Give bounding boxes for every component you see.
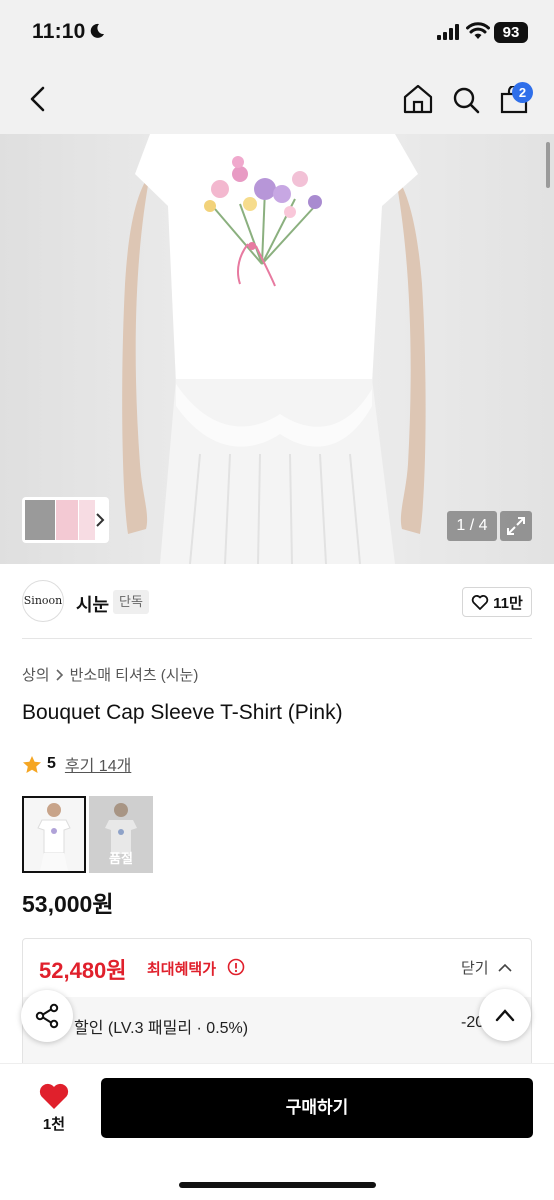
battery-indicator: 93 bbox=[494, 22, 528, 43]
heart-icon[interactable] bbox=[38, 1082, 70, 1110]
share-icon bbox=[35, 1003, 59, 1029]
brand-like-button[interactable]: 11만 bbox=[462, 587, 532, 617]
chevron-up-icon bbox=[495, 1009, 515, 1022]
color-option-soldout[interactable]: 품절 bbox=[89, 796, 153, 873]
star-icon bbox=[23, 755, 41, 773]
color-option-pink[interactable] bbox=[22, 796, 86, 873]
info-icon[interactable] bbox=[227, 958, 245, 976]
benefit-price: 52,480원 bbox=[39, 958, 127, 983]
expand-button[interactable] bbox=[500, 511, 532, 541]
chevron-right-icon bbox=[96, 513, 105, 527]
discount-label: 할인 (LV.3 패밀리 · 0.5%) bbox=[74, 1020, 249, 1037]
soldout-label: 품절 bbox=[109, 851, 133, 866]
image-counter: 1 / 4 bbox=[447, 511, 497, 541]
signal-icon bbox=[437, 24, 459, 40]
expand-icon bbox=[507, 517, 525, 535]
benefit-close-label: 닫기 bbox=[461, 960, 489, 977]
brand-like-count: 11만 bbox=[493, 594, 523, 612]
back-arrow-icon[interactable] bbox=[28, 86, 48, 112]
image-thumbnail-strip[interactable] bbox=[22, 497, 109, 543]
product-like-count: 1천 bbox=[42, 1116, 66, 1133]
brand-name[interactable]: 시눈 bbox=[76, 591, 109, 617]
moon-icon bbox=[90, 23, 104, 38]
home-icon[interactable] bbox=[402, 84, 434, 114]
share-button[interactable] bbox=[21, 990, 73, 1042]
review-link[interactable]: 후기 14개 bbox=[65, 752, 131, 776]
chevron-right-icon bbox=[56, 668, 63, 681]
home-indicator bbox=[179, 1182, 376, 1188]
divider bbox=[22, 638, 532, 639]
breadcrumb: 상의 반소매 티셔츠 (시눈) bbox=[22, 664, 198, 685]
rating-row: 5 후기 14개 bbox=[22, 752, 131, 776]
breadcrumb-category[interactable]: 상의 bbox=[22, 664, 50, 685]
scroll-to-top-button[interactable] bbox=[479, 989, 531, 1041]
option-thumbnail bbox=[37, 803, 71, 871]
breadcrumb-subcategory[interactable]: 반소매 티셔츠 (시눈) bbox=[70, 664, 199, 685]
product-price: 53,000원 bbox=[22, 891, 114, 917]
wifi-icon bbox=[466, 22, 490, 39]
product-title: Bouquet Cap Sleeve T-Shirt (Pink) bbox=[22, 701, 343, 724]
search-icon[interactable] bbox=[452, 86, 480, 114]
status-time: 11:10 bbox=[32, 20, 86, 43]
rating-score: 5 bbox=[47, 755, 56, 772]
buy-button[interactable]: 구매하기 bbox=[101, 1078, 533, 1138]
thumbnail-3[interactable] bbox=[79, 500, 95, 540]
cart-count-badge: 2 bbox=[512, 82, 533, 103]
heart-outline-icon bbox=[471, 595, 489, 610]
brand-logo[interactable]: Sinoon bbox=[22, 580, 64, 622]
benefit-label: 최대혜택가 bbox=[147, 961, 217, 978]
exclusive-badge: 단독 bbox=[113, 590, 149, 614]
chevron-up-icon bbox=[498, 963, 512, 972]
benefit-close-toggle[interactable]: 닫기 bbox=[461, 957, 512, 978]
thumbnail-1[interactable] bbox=[25, 500, 55, 540]
thumbnail-2[interactable] bbox=[56, 500, 78, 540]
page-scrollbar[interactable] bbox=[546, 142, 550, 188]
